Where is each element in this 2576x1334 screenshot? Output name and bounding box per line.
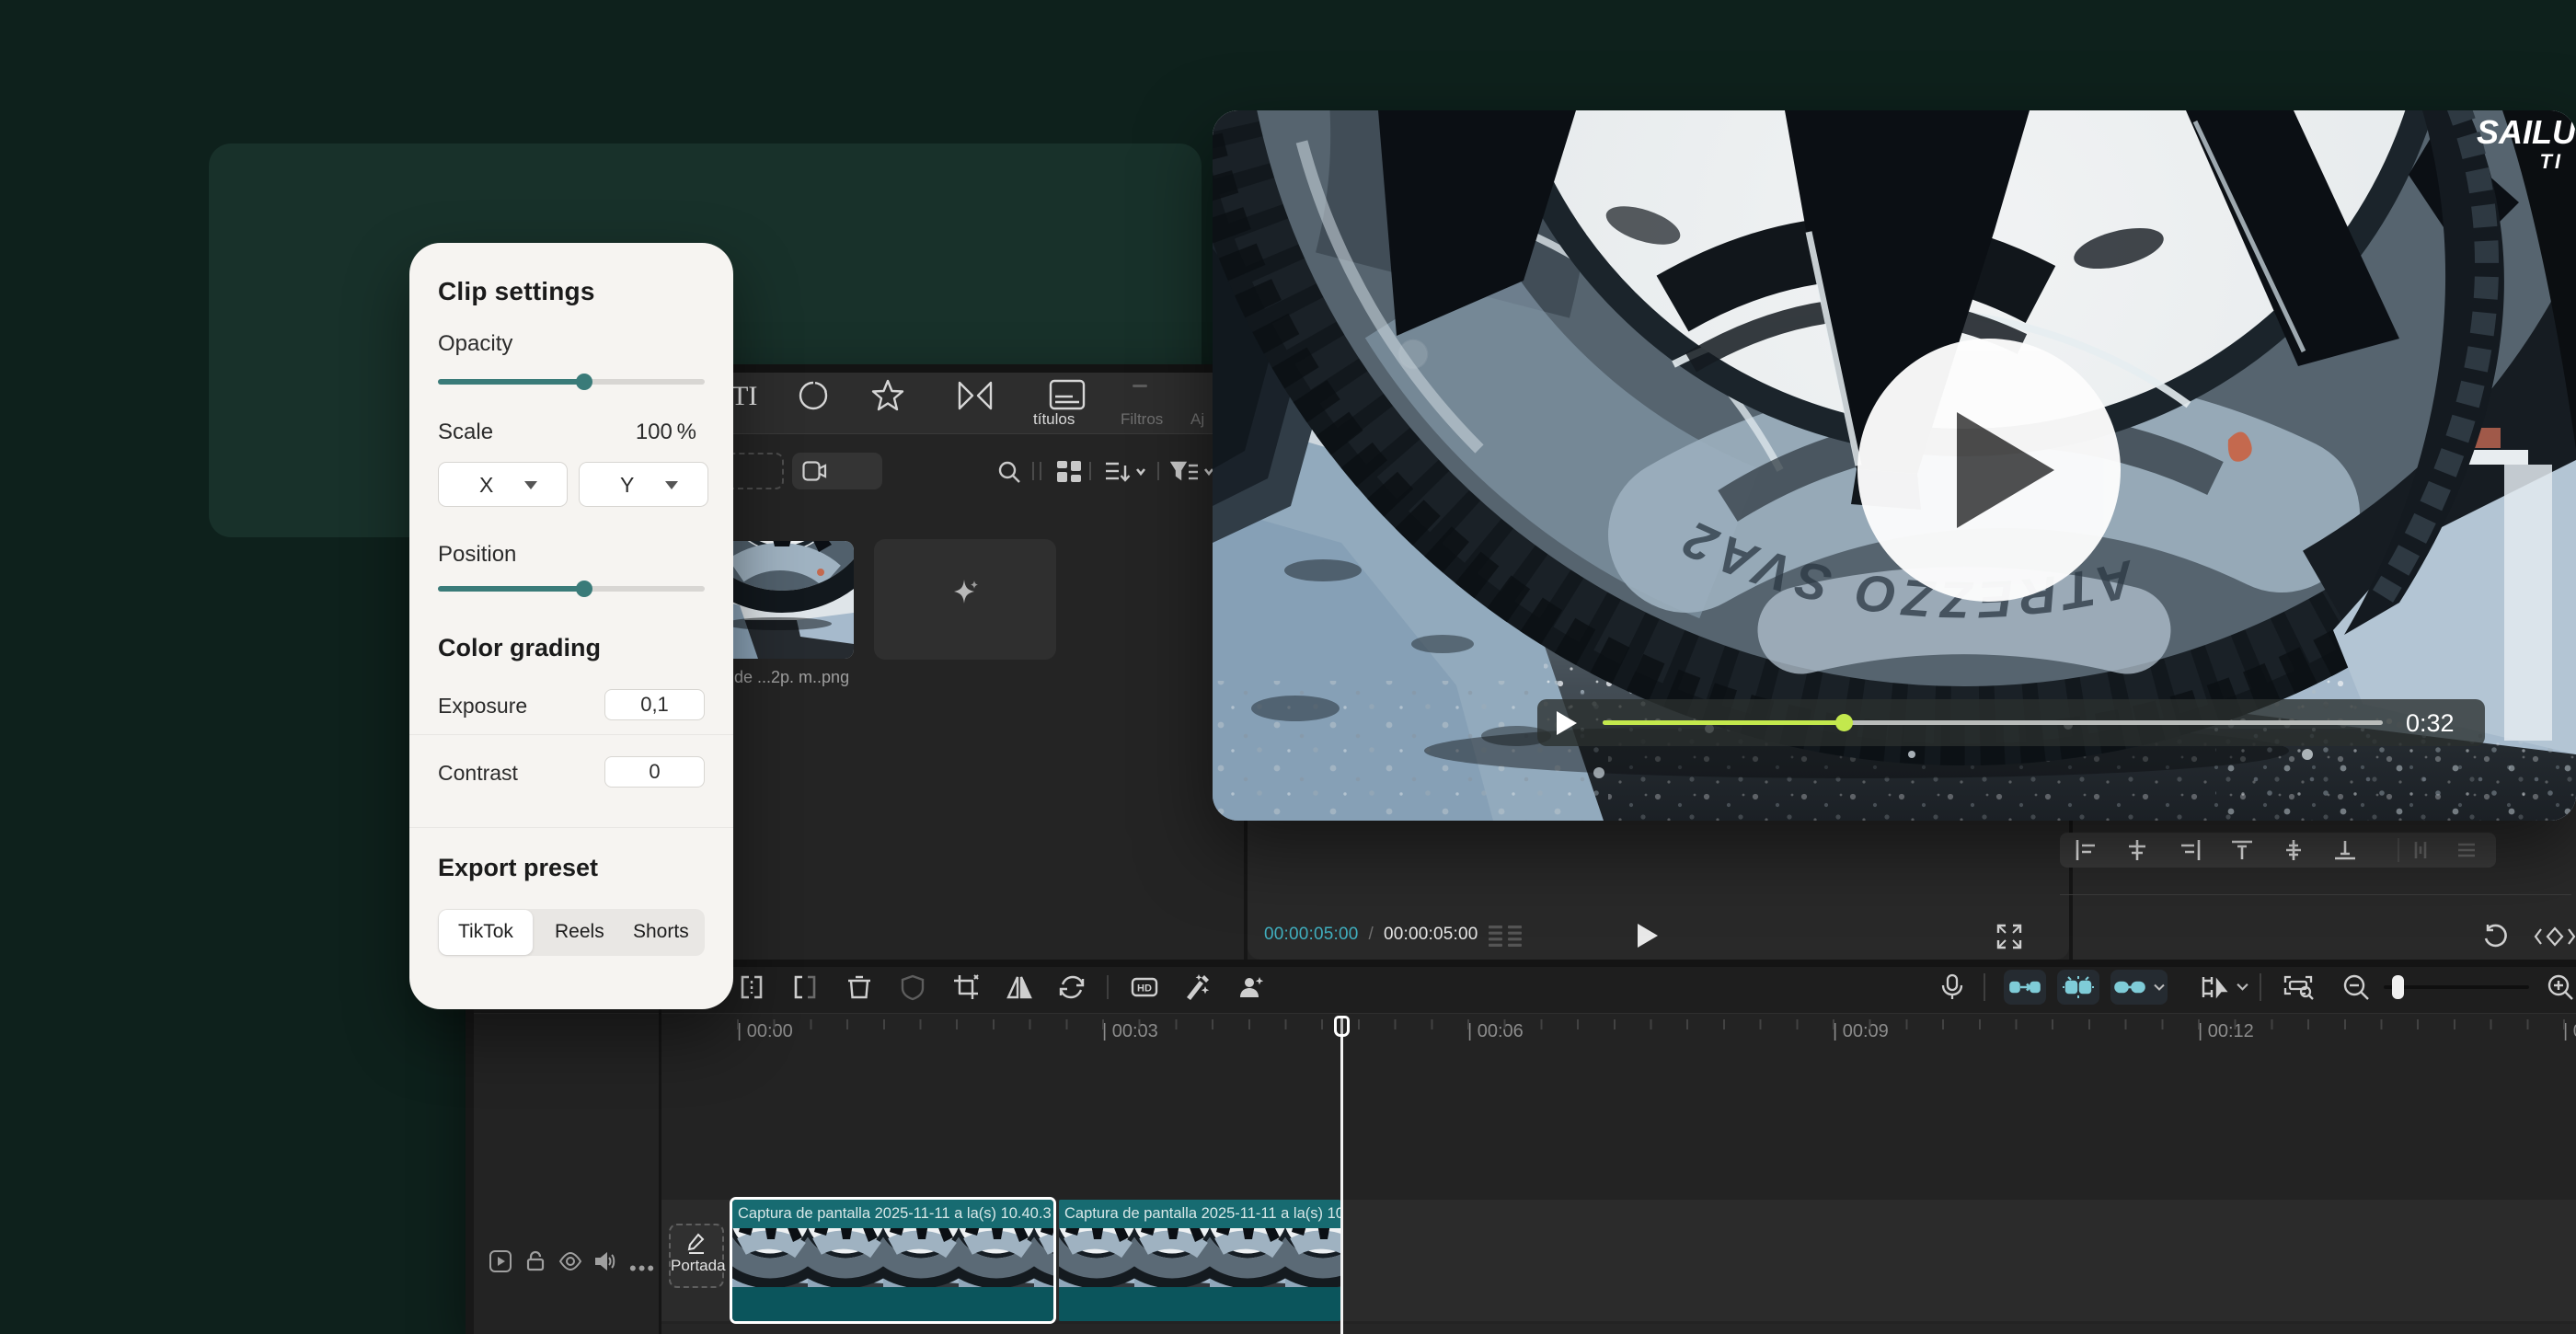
- svg-text:HD: HD: [1137, 983, 1152, 995]
